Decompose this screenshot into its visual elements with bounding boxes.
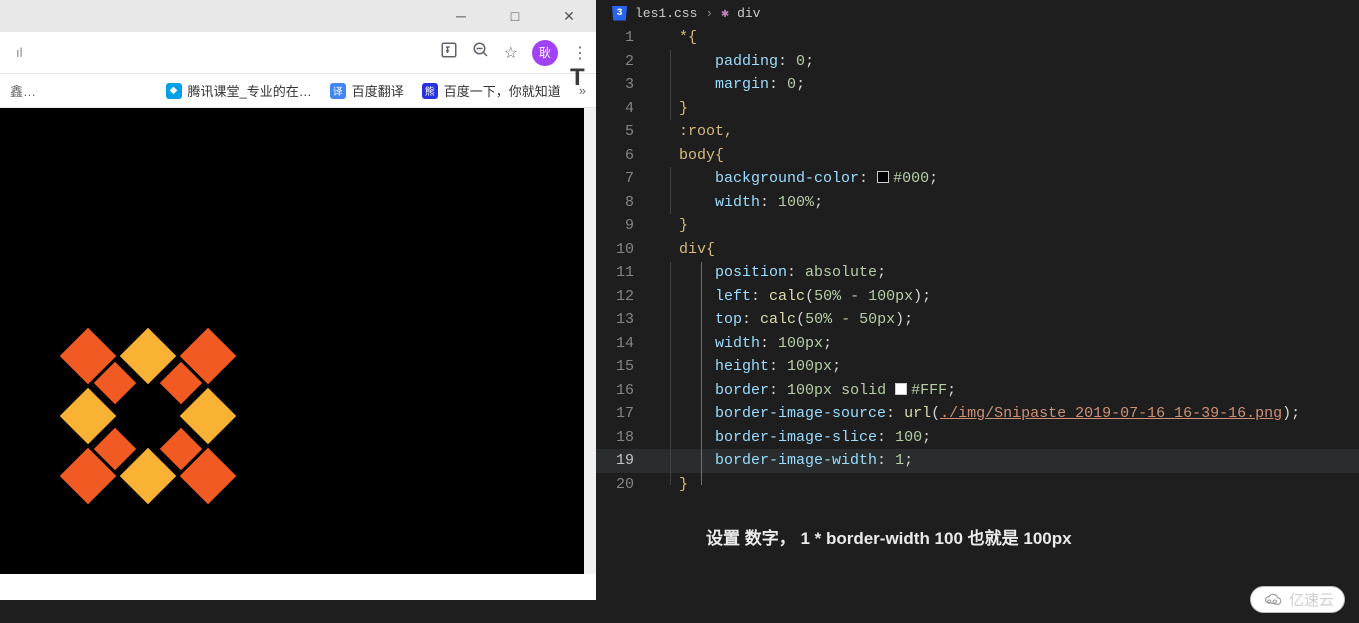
- breadcrumb: 3 les1.css › ✱ div: [596, 0, 1359, 26]
- breadcrumb-selector[interactable]: div: [737, 6, 760, 21]
- code-line[interactable]: 6 body{: [596, 144, 1359, 168]
- line-number: 15: [596, 355, 652, 379]
- selector-icon: ✱: [721, 6, 729, 21]
- code-content: top: calc(50% - 50px);: [652, 308, 913, 332]
- code-line[interactable]: 3 margin: 0;: [596, 73, 1359, 97]
- line-number: 3: [596, 73, 652, 97]
- code-line[interactable]: 20 }: [596, 473, 1359, 497]
- translate-icon[interactable]: [440, 41, 458, 64]
- code-line[interactable]: 2 padding: 0;: [596, 50, 1359, 74]
- css-file-icon: 3: [612, 6, 627, 21]
- code-line[interactable]: 13 top: calc(50% - 50px);: [596, 308, 1359, 332]
- watermark-text: 亿速云: [1289, 589, 1334, 610]
- border-image-demo: [60, 328, 240, 508]
- code-content: *{: [652, 26, 697, 50]
- watermark: 亿速云: [1250, 586, 1345, 613]
- code-content: border: 100px solid #FFF;: [652, 379, 956, 403]
- line-number: 12: [596, 285, 652, 309]
- code-line[interactable]: 1 *{: [596, 26, 1359, 50]
- line-number: 20: [596, 473, 652, 497]
- bookmark-label: 百度翻译: [352, 81, 404, 100]
- code-line[interactable]: 7 background-color: #000;: [596, 167, 1359, 191]
- line-number: 1: [596, 26, 652, 50]
- code-content: border-image-width: 1;: [652, 449, 913, 473]
- code-line[interactable]: 19 border-image-width: 1;: [596, 449, 1359, 473]
- bookmark-item[interactable]: ◆ 腾讯课堂_专业的在…: [166, 81, 312, 100]
- code-content: padding: 0;: [652, 50, 814, 74]
- code-content: body{: [652, 144, 724, 168]
- bookmark-label: 腾讯课堂_专业的在…: [188, 81, 312, 100]
- favicon-icon: 熊: [422, 83, 438, 99]
- code-content: :root,: [652, 120, 733, 144]
- code-line[interactable]: 15 height: 100px;: [596, 355, 1359, 379]
- code-content: margin: 0;: [652, 73, 805, 97]
- code-line[interactable]: 10 div{: [596, 238, 1359, 262]
- code-content: height: 100px;: [652, 355, 841, 379]
- favicon-icon: 译: [330, 83, 346, 99]
- code-line[interactable]: 4 }: [596, 97, 1359, 121]
- code-line[interactable]: 14 width: 100px;: [596, 332, 1359, 356]
- bookmark-item[interactable]: 熊 百度一下，你就知道: [422, 81, 561, 100]
- window-titlebar: ─ □ ✕: [0, 0, 596, 32]
- close-button[interactable]: ✕: [548, 2, 590, 30]
- page-viewport: [0, 108, 596, 574]
- line-number: 16: [596, 379, 652, 403]
- code-content: background-color: #000;: [652, 167, 938, 191]
- background-letter: T: [570, 64, 598, 84]
- bookmark-star-icon[interactable]: ☆: [504, 43, 518, 63]
- code-content: position: absolute;: [652, 261, 886, 285]
- line-number: 11: [596, 261, 652, 285]
- code-content: border-image-slice: 100;: [652, 426, 931, 450]
- code-line[interactable]: 12 left: calc(50% - 100px);: [596, 285, 1359, 309]
- favicon-icon: ◆: [166, 83, 182, 99]
- code-editor: 3 les1.css › ✱ div 1 *{2 padding: 0;3 ma…: [596, 0, 1359, 623]
- annotation-text: 设置 数字， 1 * border-width 100 也就是 100px: [596, 496, 1359, 549]
- line-number: 5: [596, 120, 652, 144]
- url-fragment: ıl: [8, 45, 23, 60]
- cloud-icon: [1261, 592, 1283, 608]
- line-number: 9: [596, 214, 652, 238]
- bookmarks-bar: 鑫… ◆ 腾讯课堂_专业的在… 译 百度翻译 熊 百度一下，你就知道 »: [0, 74, 596, 108]
- code-content: width: 100%;: [652, 191, 823, 215]
- maximize-button[interactable]: □: [494, 2, 536, 30]
- line-number: 4: [596, 97, 652, 121]
- bookmark-item[interactable]: 译 百度翻译: [330, 81, 404, 100]
- minimize-button[interactable]: ─: [440, 2, 482, 30]
- code-content: div{: [652, 238, 715, 262]
- zoom-out-icon[interactable]: [472, 41, 490, 64]
- address-bar: ıl ☆ 耿 ⋮: [0, 32, 596, 74]
- scrollbar[interactable]: [584, 108, 596, 574]
- line-number: 18: [596, 426, 652, 450]
- line-number: 2: [596, 50, 652, 74]
- code-area[interactable]: 1 *{2 padding: 0;3 margin: 0;4 }5 :root,…: [596, 26, 1359, 496]
- code-line[interactable]: 11 position: absolute;: [596, 261, 1359, 285]
- code-content: width: 100px;: [652, 332, 832, 356]
- code-line[interactable]: 18 border-image-slice: 100;: [596, 426, 1359, 450]
- code-line[interactable]: 8 width: 100%;: [596, 191, 1359, 215]
- line-number: 14: [596, 332, 652, 356]
- profile-avatar[interactable]: 耿: [532, 40, 558, 66]
- code-content: }: [652, 214, 688, 238]
- bookmark-truncated[interactable]: 鑫…: [10, 81, 36, 100]
- line-number: 17: [596, 402, 652, 426]
- browser-window: ─ □ ✕ ıl ☆ 耿 ⋮ 鑫… ◆ 腾讯课堂_专业的在… 译 百度翻译 熊 …: [0, 0, 596, 600]
- line-number: 8: [596, 191, 652, 215]
- code-line[interactable]: 16 border: 100px solid #FFF;: [596, 379, 1359, 403]
- code-line[interactable]: 5 :root,: [596, 120, 1359, 144]
- code-line[interactable]: 9 }: [596, 214, 1359, 238]
- code-content: border-image-source: url(./img/Snipaste_…: [652, 402, 1300, 426]
- line-number: 13: [596, 308, 652, 332]
- line-number: 7: [596, 167, 652, 191]
- breadcrumb-sep-icon: ›: [705, 6, 713, 21]
- breadcrumb-file[interactable]: les1.css: [635, 6, 697, 21]
- code-content: left: calc(50% - 100px);: [652, 285, 931, 309]
- bookmark-label: 百度一下，你就知道: [444, 81, 561, 100]
- line-number: 6: [596, 144, 652, 168]
- line-number: 19: [596, 449, 652, 473]
- code-line[interactable]: 17 border-image-source: url(./img/Snipas…: [596, 402, 1359, 426]
- menu-icon[interactable]: ⋮: [572, 43, 588, 63]
- line-number: 10: [596, 238, 652, 262]
